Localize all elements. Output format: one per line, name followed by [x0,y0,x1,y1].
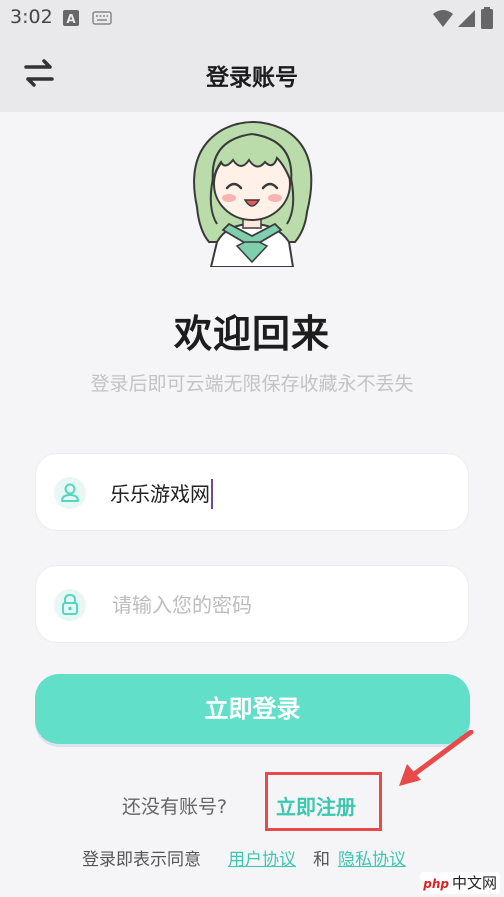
svg-text:A: A [66,12,76,26]
register-row: 还没有账号? 立即注册 [0,792,504,822]
no-account-text: 还没有账号? [122,796,228,818]
status-bar: 3:02 A [0,0,504,36]
user-agreement-link[interactable]: 用户协议 [228,845,296,870]
keyboard-icon [92,11,112,25]
annotation-arrow-icon [399,730,474,786]
user-icon [54,477,86,509]
username-value: 乐乐游戏网 [110,482,210,506]
watermark-logo: php [423,877,449,891]
watermark-text: 中文网 [451,874,497,892]
welcome-subtitle: 登录后即可云端无限保存收藏永不丢失 [90,373,414,395]
agreement-prefix: 登录即表示同意 [82,850,201,870]
username-value-container: 乐乐游戏网 [110,478,213,509]
password-input[interactable] [110,586,434,624]
agreement-and: 和 [313,850,330,870]
text-caret [211,478,213,509]
highlight-annotation-box [265,772,382,831]
status-time: 3:02 [10,6,53,28]
keyboard-a-icon: A [63,10,79,26]
battery-icon [481,7,493,29]
anime-girl-avatar [193,121,313,267]
wifi-icon [433,10,453,27]
username-field[interactable]: 乐乐游戏网 [35,453,469,531]
welcome-title: 欢迎回来 [173,312,330,356]
watermark: php 中文网 [420,872,500,894]
password-field[interactable] [35,565,469,643]
privacy-policy-link[interactable]: 隐私协议 [338,845,406,870]
signal-icon [458,10,475,27]
page-title: 登录账号 [206,65,298,91]
app-bar: 登录账号 [0,36,504,112]
lock-icon [54,589,86,621]
